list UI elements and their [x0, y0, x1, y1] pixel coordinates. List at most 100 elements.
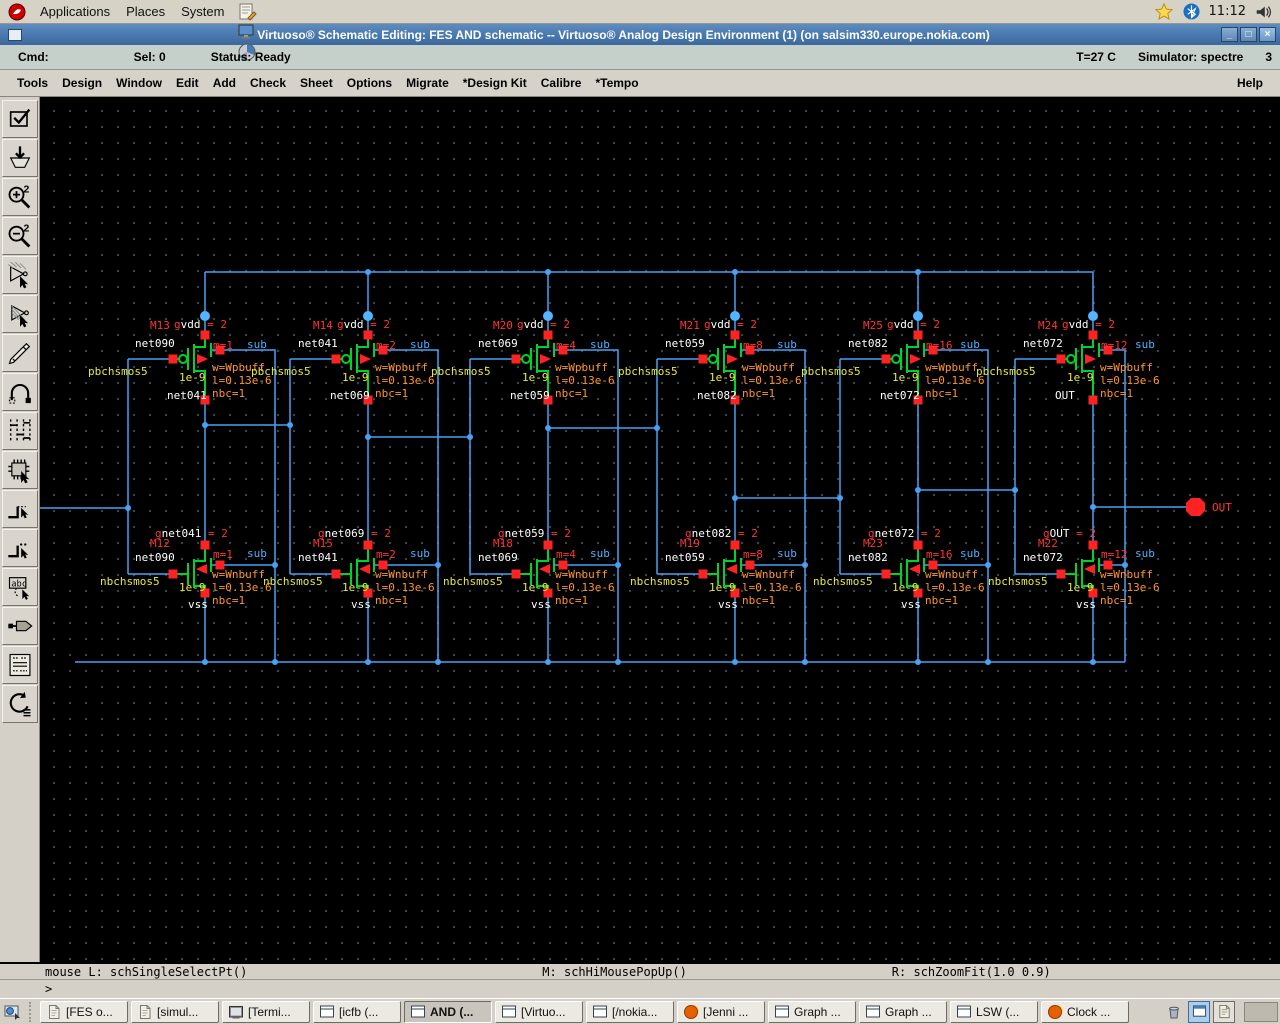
- menu-calibre[interactable]: Calibre: [534, 72, 589, 94]
- svg-text:pbchsmos5: pbchsmos5: [88, 365, 148, 378]
- svg-text:nbchsmos5: nbchsmos5: [100, 575, 160, 588]
- task-button-label: Graph ...: [794, 1004, 841, 1019]
- menu-tools[interactable]: Tools: [10, 72, 55, 94]
- instance-tool-button[interactable]: [1, 451, 38, 489]
- task-button-label: [/nokia...: [612, 1004, 658, 1019]
- menu-add[interactable]: Add: [206, 72, 243, 94]
- menu-help[interactable]: Help: [1230, 72, 1270, 94]
- star-icon[interactable]: [1153, 2, 1175, 22]
- show-desktop-icon[interactable]: [2, 1001, 24, 1023]
- task-button-8[interactable]: Graph ...: [768, 1000, 856, 1023]
- window-list-icon[interactable]: [1188, 1000, 1210, 1023]
- svg-text:pbchsmos5: pbchsmos5: [801, 365, 861, 378]
- schematic-drawing[interactable]: M13 gvdd = 2 net090 pbchsmos5 m=1 sub w=Wpbuff…: [40, 97, 1280, 962]
- menu-design[interactable]: Design: [55, 72, 109, 94]
- task-button-label: Graph ...: [885, 1004, 932, 1019]
- svg-text:M12: M12: [150, 537, 170, 550]
- menu-edit[interactable]: Edit: [169, 72, 206, 94]
- svg-text:l=0.13e-6: l=0.13e-6: [742, 581, 802, 594]
- bluetooth-icon[interactable]: [1181, 2, 1203, 22]
- mouse-left-binding: mouse L: schSingleSelectPt(): [45, 964, 248, 979]
- menu-check[interactable]: Check: [243, 72, 293, 94]
- task-button-4[interactable]: AND (...: [404, 1000, 492, 1023]
- svg-text:m=16: m=16: [926, 548, 953, 561]
- maximize-button[interactable]: □: [1240, 27, 1257, 42]
- menu-migrate[interactable]: Migrate: [399, 72, 456, 94]
- zoom-out-2-tool-button[interactable]: 2: [1, 217, 38, 255]
- zoom-in-2-icon: 2: [8, 183, 30, 209]
- volume-icon[interactable]: [1252, 2, 1274, 22]
- check-tool-button[interactable]: [1, 100, 38, 138]
- svg-text:OUT: OUT: [1212, 501, 1232, 514]
- menu-sheet[interactable]: Sheet: [293, 72, 340, 94]
- prompt-symbol: >: [45, 982, 53, 996]
- svg-text:m=1: m=1: [213, 548, 233, 561]
- svg-text:m=2: m=2: [376, 548, 396, 561]
- task-button-0[interactable]: [FES o...: [40, 1000, 128, 1023]
- svg-text:nbc=1: nbc=1: [742, 387, 775, 400]
- distro-menu-icon[interactable]: [6, 2, 28, 22]
- svg-text:sub: sub: [960, 547, 980, 560]
- task-button-label: [FES o...: [66, 1004, 113, 1019]
- svg-text:M22: M22: [1038, 537, 1058, 550]
- notes-icon[interactable]: [236, 2, 258, 22]
- zoom-out-2-icon: 2: [8, 222, 30, 248]
- menu-window[interactable]: Window: [109, 72, 169, 94]
- wire-label-tool-button[interactable]: abc: [1, 568, 38, 606]
- task-button-label: Clock ...: [1067, 1004, 1111, 1019]
- task-button-2[interactable]: [Termi...: [222, 1000, 310, 1023]
- svg-text:w=Wpbuff: w=Wpbuff: [742, 361, 795, 374]
- undo-tool-button[interactable]: [1, 373, 38, 411]
- schematic-canvas[interactable]: M13 gvdd = 2 net090 pbchsmos5 m=1 sub w=Wpbuff…: [40, 97, 1280, 962]
- draw-wire-tool-button[interactable]: [1, 334, 38, 372]
- cmd-options-tool-button[interactable]: [1, 412, 38, 450]
- copy-instance-tool-button[interactable]: [1, 256, 38, 294]
- svg-text:w=Wnbuff: w=Wnbuff: [212, 568, 265, 581]
- properties-tool-button[interactable]: [1, 646, 38, 684]
- taskbar-tray: [1163, 1000, 1278, 1023]
- task-button-1[interactable]: [simul...: [131, 1000, 219, 1023]
- svg-text:m=4: m=4: [556, 339, 576, 352]
- wire-wide-tool-button[interactable]: [1, 529, 38, 567]
- stretch-instance-icon: [10, 304, 29, 328]
- cmd-label: Cmd:: [18, 50, 49, 64]
- svg-text:w=Wnbuff: w=Wnbuff: [375, 568, 428, 581]
- wire-narrow-tool-button[interactable]: [1, 490, 38, 528]
- command-prompt[interactable]: >: [0, 979, 1280, 998]
- svg-text:pbchsmos5: pbchsmos5: [976, 365, 1036, 378]
- window-menu-icon[interactable]: [8, 28, 22, 41]
- minimize-button[interactable]: _: [1221, 27, 1238, 42]
- workspace-switcher[interactable]: [1244, 1001, 1278, 1022]
- menu-designkit[interactable]: *Design Kit: [456, 72, 534, 94]
- task-button-10[interactable]: LSW (...: [950, 1000, 1038, 1023]
- task-button-9[interactable]: Graph ...: [859, 1000, 947, 1023]
- notes-tray-icon[interactable]: [1213, 1000, 1235, 1023]
- pin-tool-button[interactable]: [1, 607, 38, 645]
- menu-options[interactable]: Options: [340, 72, 399, 94]
- task-button-6[interactable]: [/nokia...: [586, 1000, 674, 1023]
- zoom-in-2-tool-button[interactable]: 2: [1, 178, 38, 216]
- panel-menu-system[interactable]: System: [173, 2, 232, 21]
- svg-text:m=1: m=1: [213, 339, 233, 352]
- panel-menu-applications[interactable]: Applications: [32, 2, 118, 21]
- svg-text:l=0.13e-6: l=0.13e-6: [1100, 581, 1160, 594]
- task-button-5[interactable]: [Virtuo...: [495, 1000, 583, 1023]
- svg-text:vss: vss: [188, 598, 208, 611]
- save-tool-button[interactable]: [1, 139, 38, 177]
- instance-icon: [7, 459, 29, 484]
- window-titlebar[interactable]: Virtuoso® Schematic Editing: FES AND sch…: [0, 24, 1280, 45]
- task-button-11[interactable]: Clock ...: [1041, 1000, 1129, 1023]
- task-button-7[interactable]: [Jenni ...: [677, 1000, 765, 1023]
- menu-tempo[interactable]: *Tempo: [588, 72, 645, 94]
- task-button-label: [icfb (...: [339, 1004, 379, 1019]
- panel-menu-places[interactable]: Places: [118, 2, 173, 21]
- svg-text:net090: net090: [135, 337, 175, 350]
- svg-text:net041: net041: [298, 337, 338, 350]
- stretch-instance-tool-button[interactable]: [1, 295, 38, 333]
- panel-clock[interactable]: 11:12: [1209, 4, 1246, 19]
- repeat-tool-button[interactable]: [1, 685, 38, 723]
- taskbar-handle[interactable]: [29, 1001, 35, 1022]
- trash-icon[interactable]: [1163, 1001, 1185, 1023]
- task-button-3[interactable]: [icfb (...: [313, 1000, 401, 1023]
- close-button[interactable]: ×: [1259, 27, 1276, 42]
